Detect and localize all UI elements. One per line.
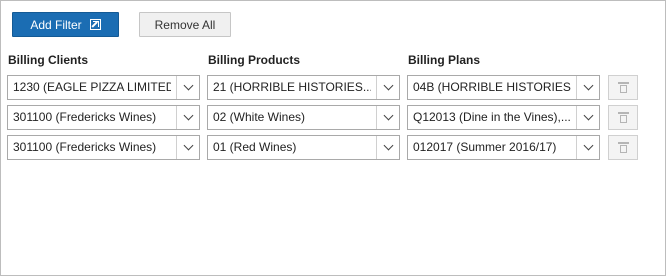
filter-panel: Add Filter Remove All Billing Clients Bi… bbox=[0, 0, 666, 276]
chevron-down-icon[interactable] bbox=[176, 76, 199, 99]
add-filter-label: Add Filter bbox=[30, 17, 82, 32]
billing-product-select[interactable]: 21 (HORRIBLE HISTORIES... bbox=[207, 75, 400, 100]
billing-client-select[interactable]: 301100 (Fredericks Wines) bbox=[7, 105, 200, 130]
external-link-icon bbox=[89, 19, 101, 30]
billing-product-value: 01 (Red Wines) bbox=[213, 140, 297, 154]
chevron-down-icon[interactable] bbox=[376, 76, 399, 99]
add-filter-button[interactable]: Add Filter bbox=[12, 12, 119, 37]
billing-plan-select[interactable]: Q12013 (Dine in the Vines),... bbox=[407, 105, 600, 130]
chevron-down-icon[interactable] bbox=[376, 106, 399, 129]
trash-icon bbox=[617, 82, 629, 93]
trash-icon bbox=[617, 142, 629, 153]
billing-product-select[interactable]: 01 (Red Wines) bbox=[207, 135, 400, 160]
header-billing-plans: Billing Plans bbox=[408, 53, 481, 67]
billing-plan-value: Q12013 (Dine in the Vines),... bbox=[413, 110, 571, 124]
billing-plan-select[interactable]: 012017 (Summer 2016/17) bbox=[407, 135, 600, 160]
billing-product-select[interactable]: 02 (White Wines) bbox=[207, 105, 400, 130]
billing-client-value: 1230 (EAGLE PIZZA LIMITED),... bbox=[13, 80, 171, 94]
chevron-down-icon[interactable] bbox=[176, 136, 199, 159]
header-billing-products: Billing Products bbox=[208, 53, 301, 67]
header-billing-clients: Billing Clients bbox=[8, 53, 89, 67]
billing-client-select[interactable]: 1230 (EAGLE PIZZA LIMITED),... bbox=[7, 75, 200, 100]
billing-plan-value: 012017 (Summer 2016/17) bbox=[413, 140, 557, 154]
chevron-down-icon[interactable] bbox=[576, 76, 599, 99]
billing-plan-value: 04B (HORRIBLE HISTORIES... bbox=[413, 80, 571, 94]
delete-row-button[interactable] bbox=[608, 105, 638, 130]
delete-row-button[interactable] bbox=[608, 135, 638, 160]
billing-product-value: 21 (HORRIBLE HISTORIES... bbox=[213, 80, 371, 94]
chevron-down-icon[interactable] bbox=[176, 106, 199, 129]
chevron-down-icon[interactable] bbox=[576, 136, 599, 159]
billing-plan-select[interactable]: 04B (HORRIBLE HISTORIES... bbox=[407, 75, 600, 100]
billing-client-select[interactable]: 301100 (Fredericks Wines) bbox=[7, 135, 200, 160]
remove-all-button[interactable]: Remove All bbox=[139, 12, 231, 37]
chevron-down-icon[interactable] bbox=[576, 106, 599, 129]
billing-client-value: 301100 (Fredericks Wines) bbox=[13, 110, 157, 124]
billing-product-value: 02 (White Wines) bbox=[213, 110, 306, 124]
delete-row-button[interactable] bbox=[608, 75, 638, 100]
trash-icon bbox=[617, 112, 629, 123]
remove-all-label: Remove All bbox=[154, 17, 216, 32]
billing-client-value: 301100 (Fredericks Wines) bbox=[13, 140, 157, 154]
chevron-down-icon[interactable] bbox=[376, 136, 399, 159]
